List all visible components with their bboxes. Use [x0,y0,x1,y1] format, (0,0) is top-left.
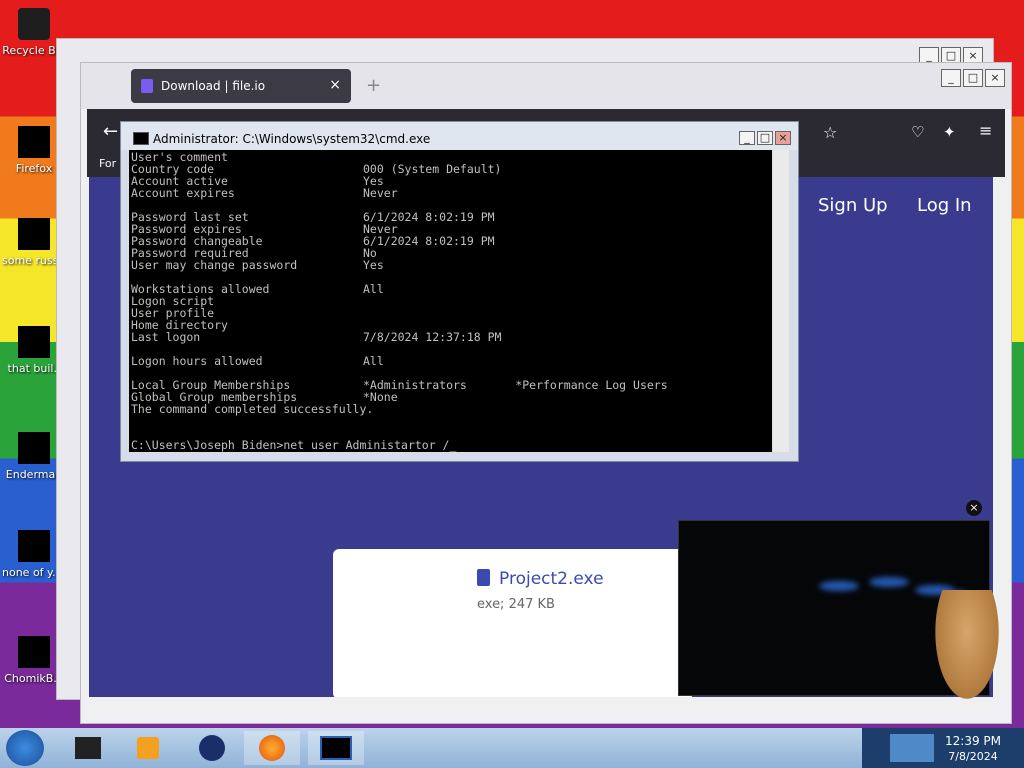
hamster-mascot-icon [930,590,1004,710]
trash-icon [18,8,50,40]
taskbar: 12:39 PM 7/8/2024 [0,728,1024,768]
login-link[interactable]: Log In [917,195,972,216]
back-arrow-icon[interactable]: ← [103,121,118,142]
video-close-button[interactable]: × [966,500,982,516]
terminal-value: *Administrators *Performance Log Users [363,378,668,392]
tab-close-icon[interactable]: × [329,77,341,93]
network-icon[interactable] [890,734,934,762]
terminal-line: Last logon [131,330,201,344]
cmd-icon [133,132,149,145]
file-icon [18,218,50,250]
terminal-value: All [363,354,384,368]
stage-light [869,577,909,587]
terminal-line: C:\Users\Joseph Biden>net user Administa… [131,438,457,452]
file-icon [18,326,50,358]
app-icon [75,737,101,759]
terminal-value: Never [363,186,398,200]
globe-icon [199,735,225,761]
media-player-icon [137,737,159,759]
close-button[interactable]: × [775,131,791,145]
cmd-titlebar[interactable]: Administrator: C:\Windows\system32\cmd.e… [121,122,798,150]
minimize-button[interactable]: _ [941,69,961,87]
taskbar-app-1[interactable] [60,731,116,765]
file-icon [18,530,50,562]
minimize-button[interactable]: _ [739,131,755,145]
program-icon [18,636,50,668]
terminal-value: 6/1/2024 8:02:19 PM [363,234,495,248]
horizontal-scrollbar[interactable] [87,697,993,715]
star-icon[interactable]: ☆ [823,123,837,142]
file-meta: exe; 247 KB [477,597,555,612]
taskbar-cmd[interactable] [308,731,364,765]
file-card: Project2.exe exe; 247 KB [333,549,693,699]
cmd-scrollbar[interactable] [773,150,789,452]
terminal-value: Yes [363,258,384,272]
terminal-value: 7/8/2024 12:37:18 PM [363,330,502,344]
tab-title: Download | file.io [161,79,266,93]
stage-light [819,581,859,591]
terminal-line: The command completed successfully. [131,402,374,416]
taskbar-app-3[interactable] [184,731,240,765]
terminal-line: Account expires [131,186,235,200]
taskbar-media-player[interactable] [120,731,176,765]
terminal-line: Logon hours allowed [131,354,263,368]
signup-link[interactable]: Sign Up [818,195,888,216]
tab-bar: Download | file.io × + _ □ × [81,63,1011,109]
start-button[interactable] [6,730,44,766]
clock-time[interactable]: 12:39 PM [940,734,1006,748]
cmd-icon [320,736,352,760]
tab-file-io[interactable]: Download | file.io × [131,69,351,103]
terminal-value: All [363,282,384,296]
firefox-icon [259,735,285,761]
close-button[interactable]: × [985,69,1005,87]
cmd-title: Administrator: C:\Windows\system32\cmd.e… [153,132,431,146]
taskbar-firefox[interactable] [244,731,300,765]
file-name[interactable]: Project2.exe [499,569,604,589]
maximize-button[interactable]: □ [963,69,983,87]
file-io-icon [141,79,153,93]
cmd-window[interactable]: Administrator: C:\Windows\system32\cmd.e… [120,121,799,462]
program-icon [18,432,50,464]
pocket-icon[interactable]: ♡ [911,123,924,141]
firefox-icon [18,126,50,158]
extensions-icon[interactable]: ✦ [943,123,956,141]
bookmark-hint: For [99,157,117,170]
new-tab-button[interactable]: + [366,75,381,96]
terminal-output[interactable]: User's comment Country code 000 (System De… [129,150,772,452]
menu-icon[interactable]: ≡ [979,121,992,140]
terminal-line: User may change password [131,258,298,272]
file-icon [477,569,490,586]
maximize-button[interactable]: □ [757,131,773,145]
clock-date[interactable]: 7/8/2024 [940,750,1006,763]
